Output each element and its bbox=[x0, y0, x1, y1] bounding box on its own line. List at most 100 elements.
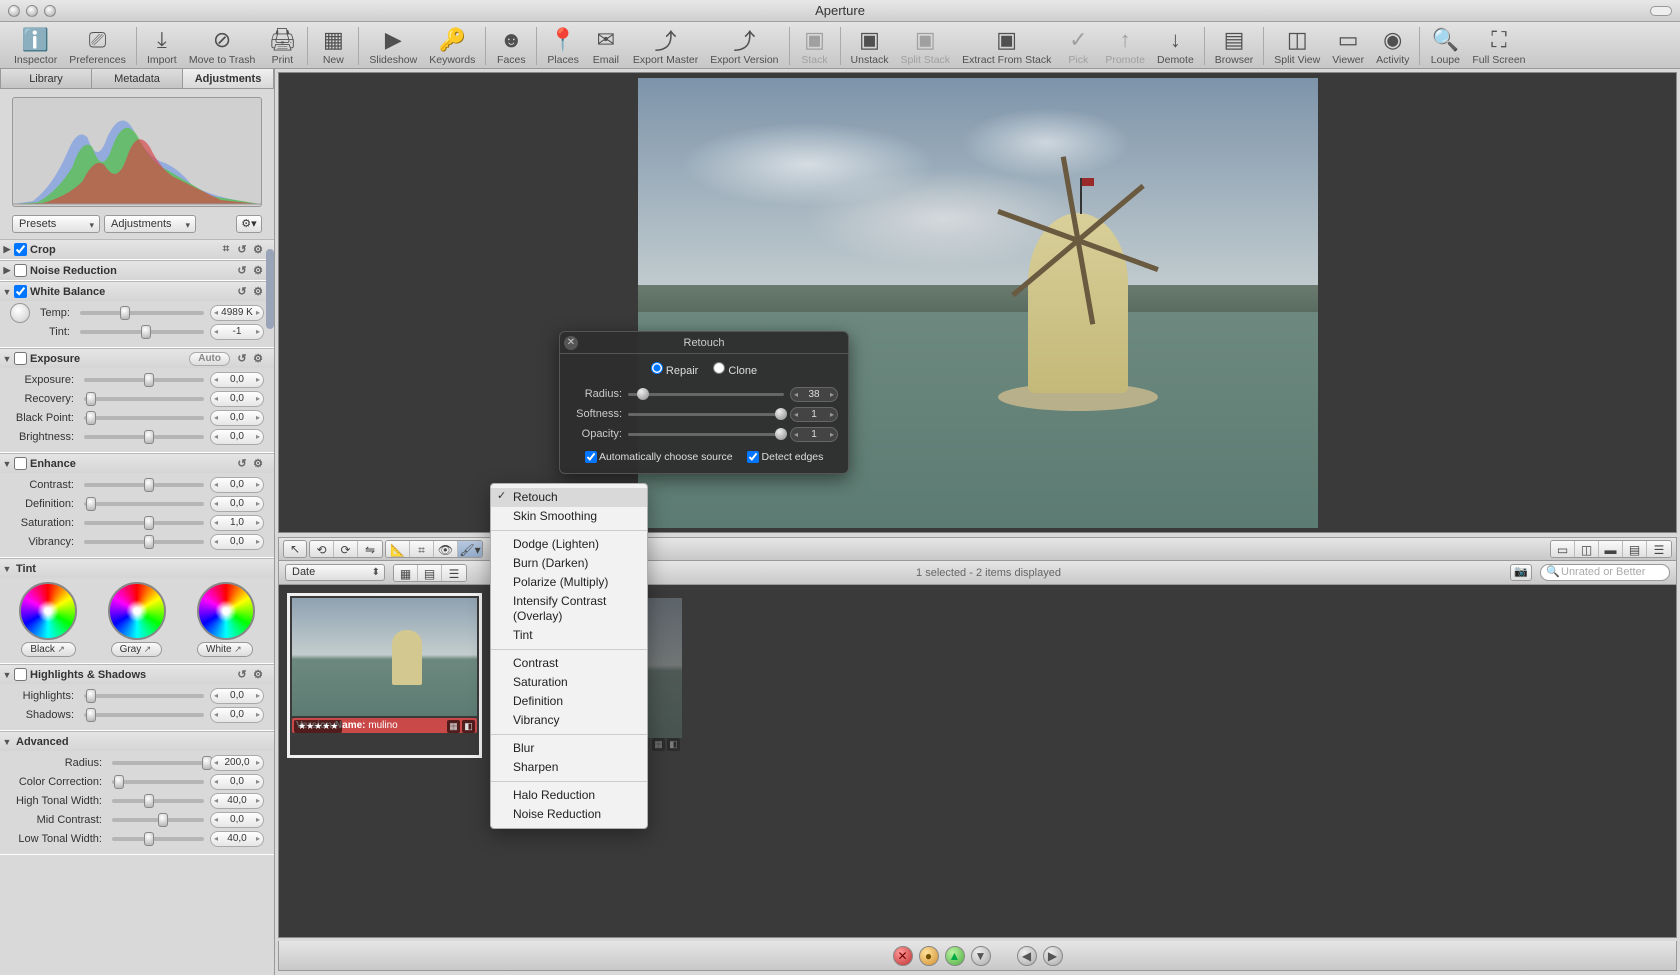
slider-value[interactable]: 0,0 bbox=[210, 372, 264, 388]
toolbar-export-master[interactable]: ⤴Export Master bbox=[627, 24, 704, 66]
arrow-tool[interactable]: ↖ bbox=[283, 540, 307, 558]
next-button[interactable]: ▶ bbox=[1043, 946, 1063, 966]
ctx-dodge-lighten-[interactable]: Dodge (Lighten) bbox=[491, 535, 647, 554]
exposure-checkbox[interactable] bbox=[14, 352, 27, 365]
slider-track[interactable] bbox=[84, 521, 204, 525]
ctx-definition[interactable]: Definition bbox=[491, 692, 647, 711]
thumbnail-browser[interactable]: 2 ★★★★★ ▦◧ Version Name: mulino ▦◧ bbox=[278, 585, 1677, 938]
select-button[interactable]: ▲ bbox=[945, 946, 965, 966]
toolbar-unstack[interactable]: ▣Unstack bbox=[845, 24, 895, 66]
disclosure-icon[interactable]: ▶ bbox=[2, 265, 12, 276]
adjustments-dropdown[interactable]: Adjustments bbox=[104, 215, 196, 233]
slider-track[interactable] bbox=[84, 694, 204, 698]
slider-value[interactable]: 40,0 bbox=[210, 793, 264, 809]
ctx-skin-smoothing[interactable]: Skin Smoothing bbox=[491, 507, 647, 526]
noise-checkbox[interactable] bbox=[14, 264, 27, 277]
toolbar-print[interactable]: 🖨Print bbox=[261, 24, 303, 66]
hs-checkbox[interactable] bbox=[14, 668, 27, 681]
tab-library[interactable]: Library bbox=[0, 69, 92, 89]
toolbar-toggle-pill[interactable] bbox=[1650, 6, 1672, 16]
rotate-ccw-button[interactable]: ⟲ bbox=[310, 541, 334, 558]
disclosure-icon[interactable]: ▼ bbox=[2, 737, 12, 747]
view-mode-1[interactable]: ▭ bbox=[1551, 541, 1575, 558]
slider-value[interactable]: 0,0 bbox=[210, 534, 264, 550]
slider-value[interactable]: 0,0 bbox=[210, 410, 264, 426]
toolbar-move-to-trash[interactable]: ⊘Move to Trash bbox=[183, 24, 262, 66]
detect-edges-checkbox[interactable]: Detect edges bbox=[747, 451, 824, 463]
toolbar-import[interactable]: ⤓Import bbox=[141, 24, 183, 66]
slider-track[interactable] bbox=[84, 435, 204, 439]
viewer-canvas[interactable]: ✕ Retouch Repair Clone Radius: 38 Softne… bbox=[278, 72, 1677, 533]
disclosure-icon[interactable]: ▼ bbox=[2, 670, 12, 680]
toolbar-extract-from-stack[interactable]: ▣Extract From Stack bbox=[956, 24, 1057, 66]
reset-icon[interactable]: ↺ bbox=[234, 352, 250, 365]
reset-icon[interactable]: ↺ bbox=[234, 457, 250, 470]
toolbar-new[interactable]: ▦New bbox=[312, 24, 354, 66]
ctx-contrast[interactable]: Contrast bbox=[491, 654, 647, 673]
reset-icon[interactable]: ↺ bbox=[234, 285, 250, 298]
zoom-window-button[interactable] bbox=[44, 5, 56, 17]
ctx-noise-reduction[interactable]: Noise Reduction bbox=[491, 805, 647, 824]
slider-value[interactable]: 0,0 bbox=[210, 477, 264, 493]
view-mode-2[interactable]: ◫ bbox=[1575, 541, 1599, 558]
ctx-blur[interactable]: Blur bbox=[491, 739, 647, 758]
ctx-halo-reduction[interactable]: Halo Reduction bbox=[491, 786, 647, 805]
gear-icon[interactable]: ⚙ bbox=[250, 352, 266, 365]
toolbar-loupe[interactable]: 🔍Loupe bbox=[1424, 24, 1466, 66]
repair-radio[interactable]: Repair bbox=[651, 365, 698, 377]
crop-checkbox[interactable] bbox=[14, 243, 27, 256]
toolbar-demote[interactable]: ↓Demote bbox=[1151, 24, 1200, 66]
slider-value[interactable]: 0,0 bbox=[210, 707, 264, 723]
straighten-tool[interactable]: 📐 bbox=[386, 541, 410, 558]
crop-icon[interactable]: ⌗ bbox=[218, 243, 234, 256]
toolbar-keywords[interactable]: 🔑Keywords bbox=[423, 24, 481, 66]
temp-slider[interactable] bbox=[80, 311, 204, 315]
ctx-tint[interactable]: Tint bbox=[491, 626, 647, 645]
softness-value[interactable]: 1 bbox=[790, 407, 838, 422]
slider-track[interactable] bbox=[84, 540, 204, 544]
slider-value[interactable]: 200,0 bbox=[210, 755, 264, 771]
flag-button[interactable]: ● bbox=[919, 946, 939, 966]
eyedropper-icon[interactable] bbox=[10, 303, 30, 323]
retouch-hud[interactable]: ✕ Retouch Repair Clone Radius: 38 Softne… bbox=[559, 331, 849, 474]
slider-value[interactable]: 0,0 bbox=[210, 429, 264, 445]
slider-track[interactable] bbox=[84, 378, 204, 382]
slider-track[interactable] bbox=[84, 713, 204, 717]
slider-track[interactable] bbox=[84, 397, 204, 401]
toolbar-email[interactable]: ✉Email bbox=[585, 24, 627, 66]
ctx-retouch[interactable]: Retouch bbox=[491, 488, 647, 507]
slider-track[interactable] bbox=[112, 780, 204, 784]
slider-track[interactable] bbox=[84, 483, 204, 487]
brush-tool[interactable]: 🖌▾ bbox=[458, 541, 482, 558]
slider-track[interactable] bbox=[84, 416, 204, 420]
toolbar-full-screen[interactable]: ⛶Full Screen bbox=[1466, 24, 1531, 66]
view-mode-4[interactable]: ▤ bbox=[1623, 541, 1647, 558]
gear-icon[interactable]: ⚙ bbox=[250, 668, 266, 681]
ctx-sharpen[interactable]: Sharpen bbox=[491, 758, 647, 777]
sidebar-scrollbar[interactable] bbox=[266, 249, 274, 329]
flip-button[interactable]: ⇋ bbox=[358, 541, 382, 558]
disclosure-icon[interactable]: ▼ bbox=[2, 459, 12, 469]
toolbar-browser[interactable]: ▤Browser bbox=[1209, 24, 1260, 66]
grid-view-1[interactable]: ▦ bbox=[394, 565, 418, 582]
slider-value[interactable]: 0,0 bbox=[210, 391, 264, 407]
toolbar-activity[interactable]: ◉Activity bbox=[1370, 24, 1415, 66]
slider-track[interactable] bbox=[112, 799, 204, 803]
slider-value[interactable]: 0,0 bbox=[210, 496, 264, 512]
reset-icon[interactable]: ↺ bbox=[234, 243, 250, 256]
slider-value[interactable]: 0,0 bbox=[210, 688, 264, 704]
opacity-slider[interactable] bbox=[628, 433, 784, 436]
slider-value[interactable]: 0,0 bbox=[210, 774, 264, 790]
radius-value[interactable]: 38 bbox=[790, 387, 838, 402]
search-field[interactable]: 🔍 Unrated or Better bbox=[1540, 564, 1670, 581]
slider-value[interactable]: 0,0 bbox=[210, 812, 264, 828]
toolbar-export-version[interactable]: ⤴Export Version bbox=[704, 24, 784, 66]
slider-track[interactable] bbox=[84, 502, 204, 506]
gear-icon[interactable]: ⚙ bbox=[250, 264, 266, 277]
disclosure-icon[interactable]: ▼ bbox=[2, 564, 12, 574]
close-window-button[interactable] bbox=[8, 5, 20, 17]
disclosure-icon[interactable]: ▶ bbox=[2, 244, 12, 255]
slider-track[interactable] bbox=[112, 761, 204, 765]
inspector-gear-button[interactable]: ⚙▾ bbox=[236, 215, 262, 233]
neutral-button[interactable]: ▼ bbox=[971, 946, 991, 966]
